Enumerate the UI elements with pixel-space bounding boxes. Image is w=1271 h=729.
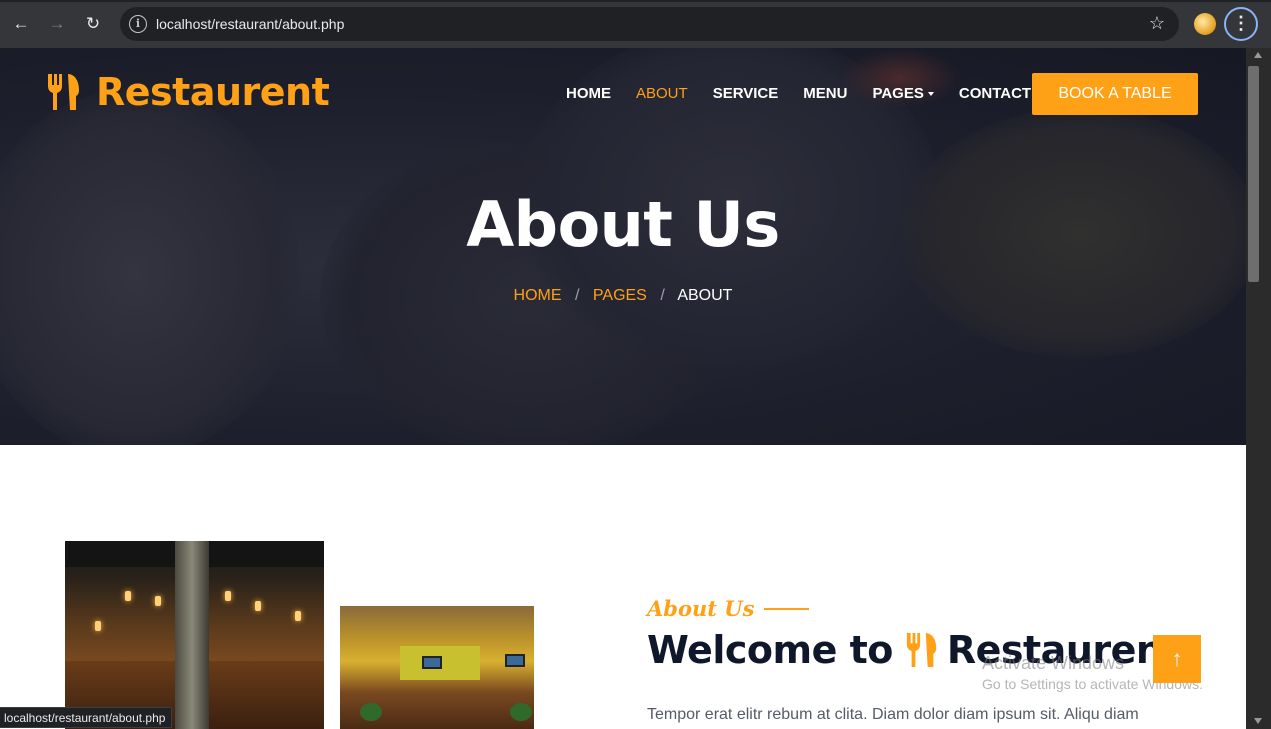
main-nav: HOME ABOUT SERVICE MENU PAGES CONTACT — [566, 85, 1056, 103]
nav-item-home[interactable]: HOME — [566, 85, 611, 103]
breadcrumb-pages[interactable]: PAGES — [593, 287, 647, 304]
breadcrumb-current: ABOUT — [677, 287, 733, 304]
browser-toolbar: ← → ↻ i localhost/restaurant/about.php ☆… — [0, 0, 1271, 48]
section-tag-line — [764, 607, 810, 610]
nav-item-menu[interactable]: MENU — [803, 85, 847, 103]
address-bar[interactable]: i localhost/restaurant/about.php ☆ — [120, 7, 1179, 41]
restaurant-bar-photo — [340, 606, 534, 729]
photo-lamp — [295, 611, 301, 621]
breadcrumb-separator: / — [660, 287, 665, 304]
info-icon[interactable]: i — [129, 15, 147, 33]
photo-tv — [422, 656, 442, 669]
photo-pillar — [175, 541, 209, 729]
breadcrumb-home[interactable]: HOME — [514, 287, 562, 304]
hero-bg-shape — [0, 88, 300, 445]
scroll-up-icon[interactable] — [1254, 52, 1262, 58]
breadcrumb: HOME / PAGES / ABOUT — [0, 287, 1246, 305]
nav-item-service[interactable]: SERVICE — [713, 85, 779, 103]
avatar[interactable] — [1194, 13, 1216, 35]
back-button[interactable]: ← — [9, 12, 33, 36]
nav-item-pages[interactable]: PAGES — [872, 85, 934, 103]
photo-lamp — [255, 601, 261, 611]
restaurant-interior-photo — [65, 541, 324, 729]
status-bar-url: localhost/restaurant/about.php — [0, 707, 173, 728]
section-paragraph: Tempor erat elitr rebum at clita. Diam d… — [647, 706, 1139, 723]
photo-lamp — [125, 591, 131, 601]
tab-strip-edge — [0, 0, 1271, 2]
photo-tv — [505, 654, 525, 667]
page-scrollbar[interactable] — [1246, 48, 1271, 729]
arrow-up-icon: ↑ — [1171, 646, 1183, 671]
nav-item-pages-label: PAGES — [872, 85, 924, 102]
breadcrumb-separator: / — [575, 287, 580, 304]
brand-name: Restaurent — [96, 70, 330, 114]
section-tag-text: About Us — [647, 596, 755, 621]
back-to-top-button[interactable]: ↑ — [1153, 635, 1201, 683]
welcome-prefix: Welcome to — [647, 628, 893, 672]
hero-banner: Restaurent HOME ABOUT SERVICE MENU PAGES… — [0, 48, 1246, 445]
activate-windows-title: Activate Windows — [982, 653, 1125, 673]
photo-plant — [360, 703, 382, 721]
star-icon[interactable]: ☆ — [1149, 13, 1165, 34]
url-text[interactable]: localhost/restaurant/about.php — [156, 16, 344, 32]
caret-down-icon — [927, 92, 934, 97]
nav-item-about[interactable]: ABOUT — [636, 85, 688, 103]
reload-button[interactable]: ↻ — [81, 12, 105, 36]
site-logo[interactable]: Restaurent — [46, 70, 330, 114]
photo-lamp — [95, 621, 101, 631]
arrow-left-icon: ← — [12, 14, 30, 33]
book-table-button[interactable]: BOOK A TABLE — [1032, 73, 1198, 115]
photo-lamp — [225, 591, 231, 601]
photo-lamp — [155, 596, 161, 606]
reload-icon: ↻ — [85, 14, 101, 33]
utensils-icon — [48, 74, 79, 110]
kebab-menu-icon[interactable]: ⋮ — [1224, 7, 1258, 41]
page-title: About Us — [466, 188, 780, 261]
nav-item-contact[interactable]: CONTACT — [959, 85, 1031, 103]
scrollbar-thumb[interactable] — [1248, 66, 1259, 282]
arrow-right-icon: → — [48, 14, 66, 33]
forward-button[interactable]: → — [45, 12, 69, 36]
page-viewport: Restaurent HOME ABOUT SERVICE MENU PAGES… — [0, 48, 1246, 729]
section-tag: About Us — [647, 596, 810, 621]
utensils-icon — [906, 633, 937, 667]
scroll-down-icon[interactable] — [1254, 718, 1262, 724]
photo-plant — [510, 703, 532, 721]
